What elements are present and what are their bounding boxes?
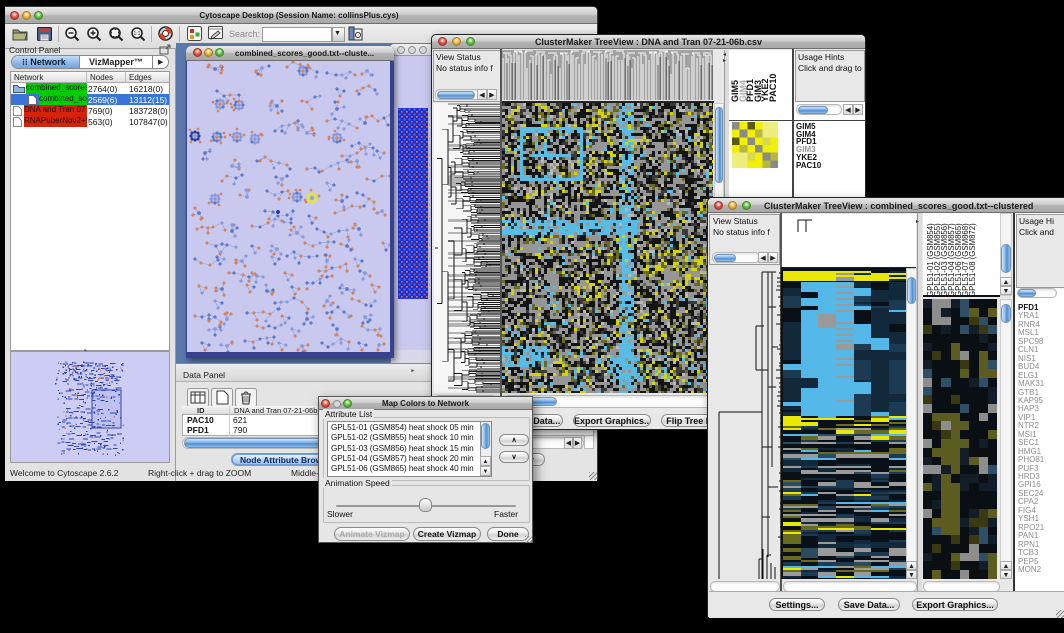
svg-text:1:1: 1:1 bbox=[134, 31, 141, 37]
